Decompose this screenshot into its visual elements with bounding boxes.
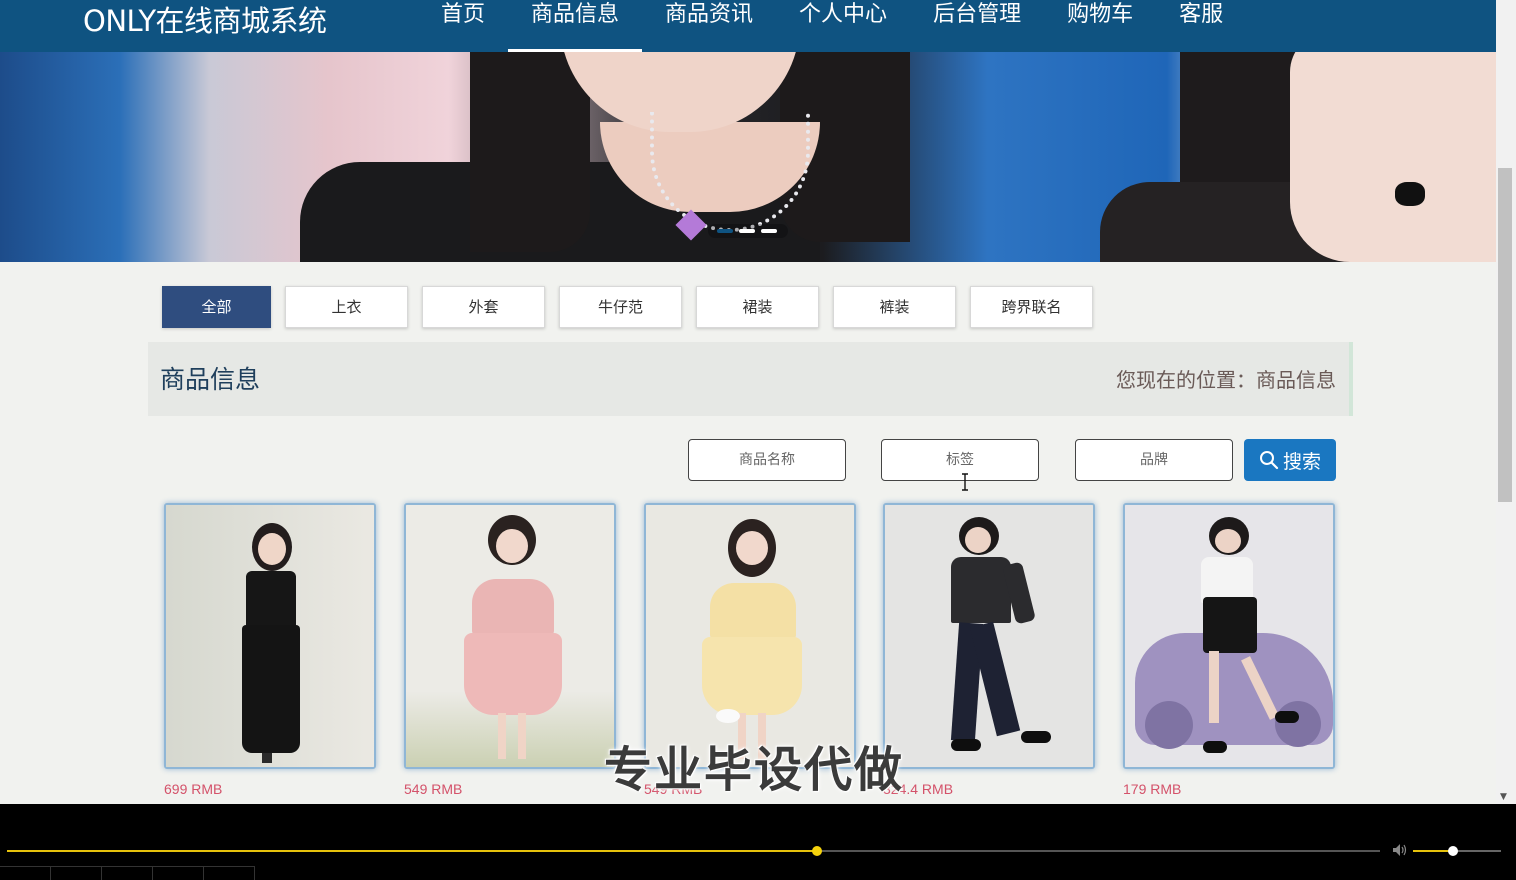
product-name-input[interactable] bbox=[688, 439, 846, 481]
top-nav: ONLY在线商城系统 首页 商品信息 商品资讯 个人中心 后台管理 购物车 客服 bbox=[0, 0, 1496, 52]
volume-icon[interactable] bbox=[1392, 843, 1408, 857]
volume-handle[interactable] bbox=[1447, 846, 1458, 856]
section-header: 商品信息 您现在的位置：商品信息 bbox=[148, 342, 1353, 416]
nav-item-admin[interactable]: 后台管理 bbox=[910, 0, 1044, 52]
carousel-dot[interactable] bbox=[717, 229, 733, 233]
nav-item-support[interactable]: 客服 bbox=[1156, 0, 1246, 52]
nav-item-profile[interactable]: 个人中心 bbox=[776, 0, 910, 52]
brand-input[interactable] bbox=[1075, 439, 1233, 481]
banner-carousel[interactable] bbox=[0, 52, 1496, 262]
category-tab-skirts[interactable]: 裙装 bbox=[696, 286, 819, 328]
product-price: 179 RMB bbox=[1123, 781, 1182, 797]
carousel-dot[interactable] bbox=[761, 229, 777, 233]
player-control-row bbox=[0, 866, 255, 880]
category-tab-all[interactable]: 全部 bbox=[162, 286, 271, 328]
nav-item-news[interactable]: 商品资讯 bbox=[642, 0, 776, 52]
banner-model-hair bbox=[470, 52, 590, 252]
breadcrumb: 您现在的位置：商品信息 bbox=[1116, 368, 1336, 392]
search-button[interactable]: 搜索 bbox=[1244, 439, 1336, 481]
product-price: 549 RMB bbox=[404, 781, 463, 797]
product-card[interactable]: 699 RMB bbox=[164, 503, 376, 797]
player-control-button[interactable] bbox=[153, 866, 204, 880]
text-cursor-icon bbox=[962, 473, 968, 491]
site-title[interactable]: ONLY在线商城系统 bbox=[83, 0, 327, 40]
nav-item-home[interactable]: 首页 bbox=[418, 0, 508, 52]
product-image[interactable] bbox=[164, 503, 376, 769]
product-image[interactable] bbox=[883, 503, 1095, 769]
banner-bow bbox=[1395, 182, 1425, 206]
carousel-indicators bbox=[708, 224, 788, 238]
banner-model-face bbox=[1290, 52, 1496, 262]
product-image[interactable] bbox=[404, 503, 616, 769]
scrollbar-thumb[interactable] bbox=[1498, 168, 1512, 502]
search-icon bbox=[1259, 451, 1279, 470]
product-card[interactable]: 324.4 RMB bbox=[883, 503, 1095, 797]
product-card[interactable]: 179 RMB bbox=[1123, 503, 1335, 797]
product-price: 324.4 RMB bbox=[883, 781, 954, 797]
scroll-down-arrow-icon[interactable]: ▼ bbox=[1500, 792, 1507, 802]
player-control-button[interactable] bbox=[51, 866, 102, 880]
player-control-button[interactable] bbox=[102, 866, 153, 880]
seek-handle[interactable] bbox=[812, 846, 823, 856]
category-tab-coats[interactable]: 外套 bbox=[422, 286, 545, 328]
product-price: 699 RMB bbox=[164, 781, 223, 797]
nav-item-cart[interactable]: 购物车 bbox=[1044, 0, 1156, 52]
category-tab-pants[interactable]: 裤装 bbox=[833, 286, 956, 328]
player-control-button[interactable] bbox=[0, 866, 51, 880]
page-title: 商品信息 bbox=[160, 365, 261, 394]
category-tab-collab[interactable]: 跨界联名 bbox=[970, 286, 1093, 328]
tag-input[interactable] bbox=[881, 439, 1039, 481]
category-tabs: 全部 上衣 外套 牛仔范 裙装 裤装 跨界联名 bbox=[162, 286, 1093, 328]
carousel-dot[interactable] bbox=[739, 229, 755, 233]
video-watermark: 专业毕设代做 bbox=[604, 742, 905, 798]
category-tab-tops[interactable]: 上衣 bbox=[285, 286, 408, 328]
nav-menu: 首页 商品信息 商品资讯 个人中心 后台管理 购物车 客服 bbox=[418, 0, 1246, 52]
search-button-label: 搜索 bbox=[1282, 451, 1321, 473]
nav-item-products[interactable]: 商品信息 bbox=[508, 0, 643, 52]
product-card[interactable]: 549 RMB bbox=[404, 503, 616, 797]
volume-level bbox=[1413, 850, 1453, 852]
product-image[interactable] bbox=[1123, 503, 1335, 769]
browser-page: ONLY在线商城系统 首页 商品信息 商品资讯 个人中心 后台管理 购物车 客服 bbox=[0, 0, 1496, 804]
seek-progress bbox=[7, 850, 818, 852]
player-control-button[interactable] bbox=[204, 866, 255, 880]
category-tab-denim[interactable]: 牛仔范 bbox=[559, 286, 682, 328]
